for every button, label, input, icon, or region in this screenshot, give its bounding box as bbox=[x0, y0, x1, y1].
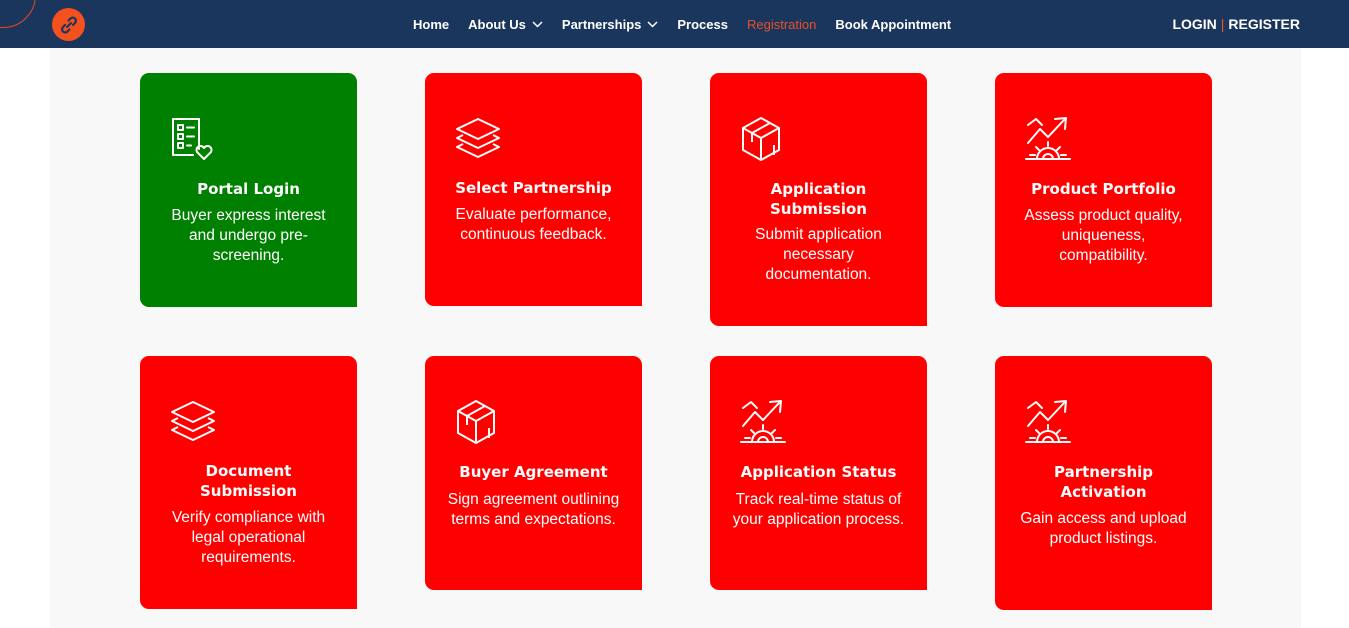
step-card-select-partnership[interactable]: Select Partnership Evaluate performance,… bbox=[425, 73, 642, 306]
step-title: Portal Login bbox=[197, 180, 300, 198]
nav-about-us-label: About Us bbox=[468, 16, 526, 32]
nav-registration[interactable]: Registration bbox=[747, 17, 816, 32]
nav-about-us[interactable]: About Us bbox=[468, 17, 543, 32]
step-description: Track real-time status of your applicati… bbox=[732, 491, 905, 528]
nav-partnerships[interactable]: Partnerships bbox=[562, 17, 658, 32]
logo-decoration bbox=[0, 0, 36, 28]
step-title: Document Submission bbox=[200, 462, 297, 500]
nav-registration-label: Registration bbox=[746, 16, 817, 32]
chevron-down-icon bbox=[647, 20, 658, 28]
step-card-portal-login[interactable]: Portal Login Buyer express interest and … bbox=[140, 73, 357, 307]
step-title: Select Partnership bbox=[455, 179, 612, 197]
step-card-application-status[interactable]: Application Status Track real-time statu… bbox=[710, 356, 927, 590]
layers-icon bbox=[171, 401, 215, 441]
site-logo[interactable] bbox=[52, 8, 85, 41]
step-description: Buyer express interest and undergo pre-s… bbox=[171, 207, 326, 264]
nav-book-appointment[interactable]: Book Appointment bbox=[835, 17, 951, 32]
step-description: Submit application necessary documentati… bbox=[755, 226, 882, 283]
auth-separator: | bbox=[1220, 16, 1225, 32]
login-link[interactable]: LOGIN bbox=[1172, 16, 1216, 32]
main-nav: Home About Us Partnerships Process Regis… bbox=[413, 0, 970, 48]
auth-links: LOGIN | REGISTER bbox=[1172, 0, 1300, 48]
nav-process-label: Process bbox=[677, 16, 728, 32]
step-title: Buyer Agreement bbox=[459, 463, 608, 481]
step-description: Assess product quality, uniqueness, comp… bbox=[1024, 207, 1183, 264]
register-link[interactable]: REGISTER bbox=[1228, 16, 1300, 32]
step-description: Verify compliance with legal operational… bbox=[171, 509, 326, 566]
step-card-partnership-activation[interactable]: Partnership Activation Gain access and u… bbox=[995, 356, 1212, 610]
layers-icon bbox=[456, 118, 500, 158]
growth-gear-icon bbox=[1025, 117, 1071, 160]
step-card-product-portfolio[interactable]: Product Portfolio Assess product quality… bbox=[995, 73, 1212, 307]
nav-home-label: Home bbox=[413, 16, 450, 32]
step-card-buyer-agreement[interactable]: Buyer Agreement Sign agreement outlining… bbox=[425, 356, 642, 590]
chevron-down-icon bbox=[532, 20, 543, 28]
step-description: Evaluate performance, continuous feedbac… bbox=[455, 206, 612, 243]
growth-gear-icon bbox=[740, 400, 786, 443]
step-title: Product Portfolio bbox=[1031, 180, 1176, 198]
step-card-document-submission[interactable]: Document Submission Verify compliance wi… bbox=[140, 356, 357, 609]
nav-book-appointment-label: Book Appointment bbox=[835, 16, 952, 32]
link-icon bbox=[60, 15, 77, 34]
step-card-application-submission[interactable]: Application Submission Submit applicatio… bbox=[710, 73, 927, 326]
step-description: Gain access and upload product listings. bbox=[1020, 510, 1187, 547]
checklist-heart-icon bbox=[172, 118, 213, 160]
nav-process[interactable]: Process bbox=[677, 17, 728, 32]
growth-gear-icon bbox=[1025, 400, 1071, 443]
box-icon bbox=[742, 117, 780, 161]
box-icon bbox=[457, 400, 495, 444]
step-title: Application Status bbox=[740, 463, 897, 481]
process-steps-section: Portal Login Buyer express interest and … bbox=[50, 48, 1301, 628]
step-description: Sign agreement outlining terms and expec… bbox=[447, 491, 620, 528]
nav-partnerships-label: Partnerships bbox=[561, 16, 642, 32]
step-title: Application Submission bbox=[770, 180, 867, 218]
nav-home[interactable]: Home bbox=[413, 17, 449, 32]
top-navbar: Home About Us Partnerships Process Regis… bbox=[0, 0, 1349, 48]
step-title: Partnership Activation bbox=[1053, 463, 1154, 501]
